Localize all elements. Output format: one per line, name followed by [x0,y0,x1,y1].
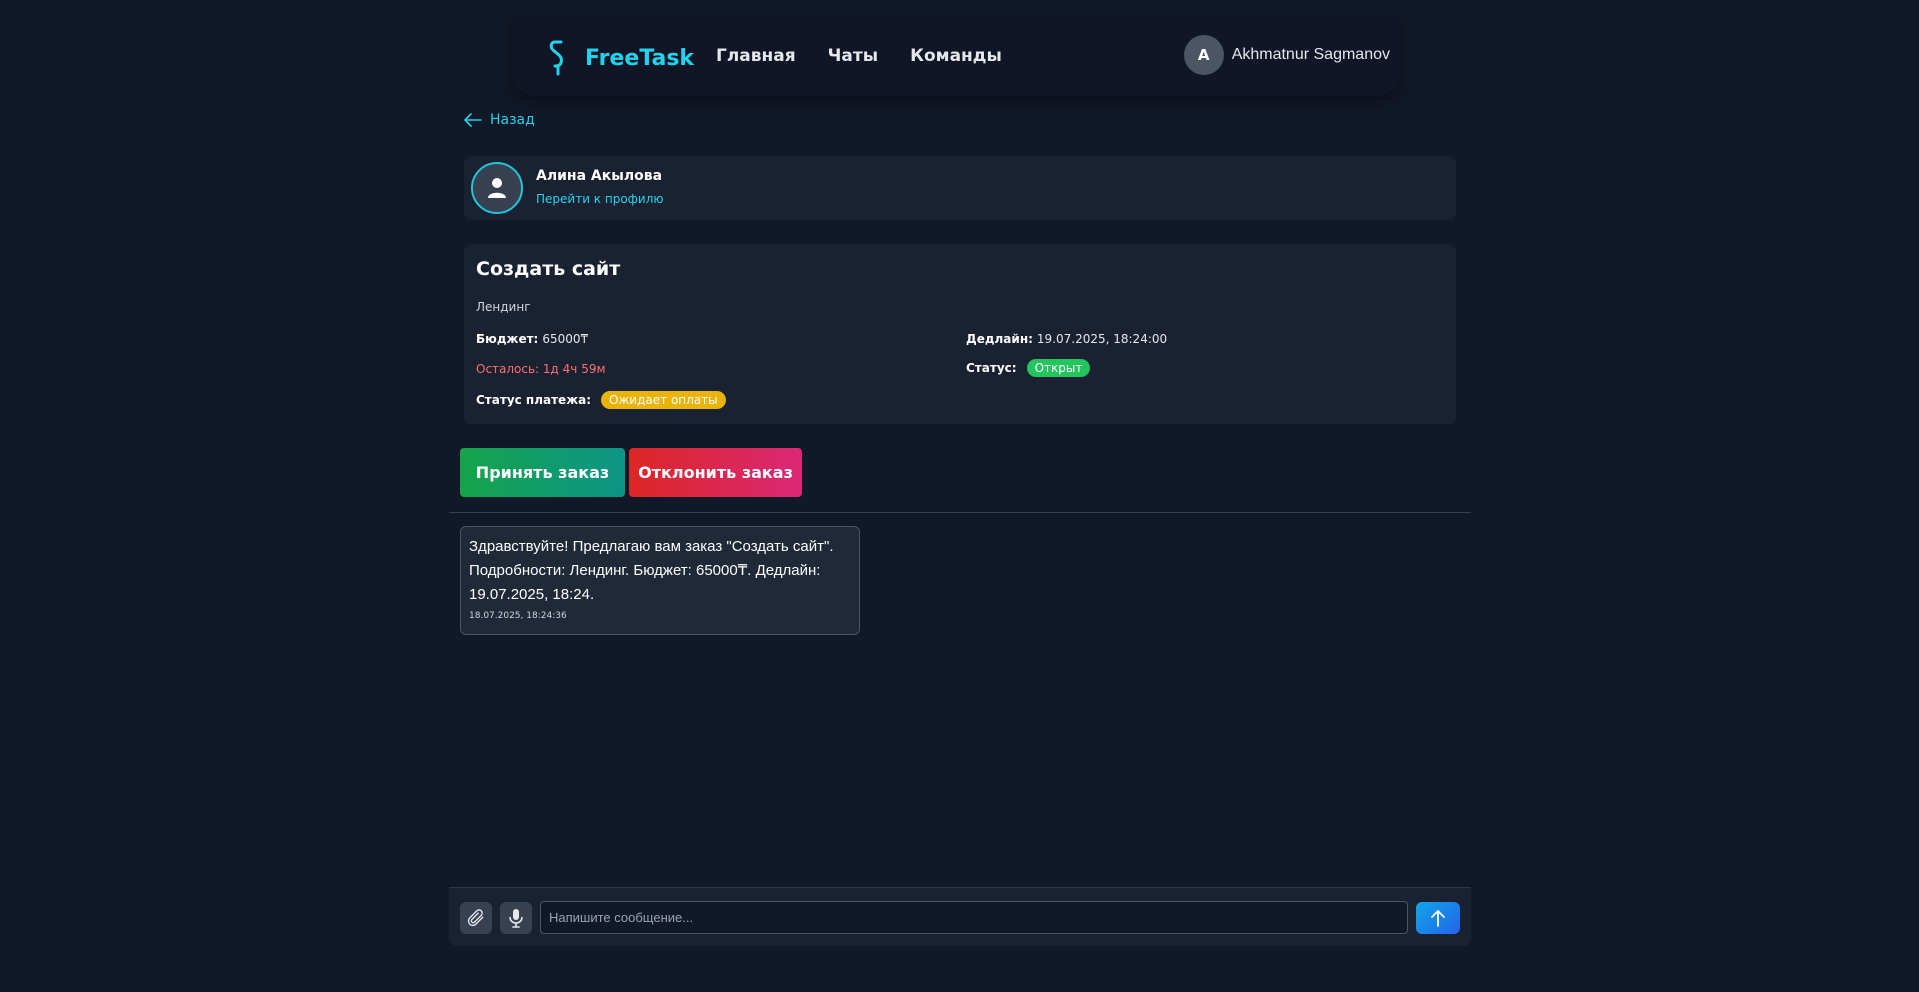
arrow-up-icon [1431,910,1445,927]
accept-order-button[interactable]: Принять заказ [460,448,625,497]
user-menu[interactable]: A Akhmatnur Sagmanov [1183,35,1390,75]
top-navbar: FreeTask Главная Чаты Команды A Akhmatnu… [512,16,1400,96]
profile-link[interactable]: Перейти к профилю [536,192,664,206]
order-description: Лендинг [476,300,531,314]
profile-avatar [471,162,523,214]
nav-links: Главная Чаты Команды [716,46,1034,66]
message-timestamp: 18.07.2025, 18:24:36 [469,611,567,621]
order-deadline: Дедлайн: 19.07.2025, 18:24:00 [966,332,1167,346]
deadline-label: Дедлайн: [966,332,1033,346]
order-status: Статус: Открыт [966,359,1091,377]
back-link[interactable]: Назад [464,112,535,128]
profile-name: Алина Акылова [536,168,663,184]
brand-name: FreeTask [585,45,695,71]
nav-link-teams[interactable]: Команды [910,46,1002,66]
message-input[interactable] [540,901,1408,934]
back-label: Назад [490,112,535,128]
dollar-icon [547,40,569,76]
order-title: Создать сайт [476,258,621,280]
user-avatar: A [1183,35,1224,75]
order-budget: Бюджет: 65000₸ [476,332,588,346]
deadline-value: 19.07.2025, 18:24:00 [1036,332,1168,346]
status-label: Статус: [966,361,1017,375]
chat-message: Здравствуйте! Предлагаю вам заказ "Созда… [460,526,860,635]
arrow-left-icon [464,113,482,127]
order-card: Создать сайт Лендинг Бюджет: 65000₸ Дедл… [464,244,1456,424]
payment-label: Статус платежа: [476,393,592,407]
paperclip-icon [467,909,484,927]
brand[interactable]: FreeTask [547,40,694,76]
microphone-button[interactable] [500,902,532,934]
order-remaining: Осталось: 1д 4ч 59м [476,362,606,376]
send-button[interactable] [1416,902,1460,934]
nav-link-home[interactable]: Главная [716,46,796,66]
status-badge: Открыт [1026,359,1091,377]
profile-card: Алина Акылова Перейти к профилю [464,156,1456,220]
order-payment-status: Статус платежа: Ожидает оплаты [476,391,726,409]
payment-badge: Ожидает оплаты [601,391,726,409]
attach-button[interactable] [460,902,492,934]
user-name: Akhmatnur Sagmanov [1231,46,1390,63]
budget-value: 65000₸ [542,332,589,346]
user-icon [488,178,506,198]
budget-label: Бюджет: [476,332,539,346]
message-text: Здравствуйте! Предлагаю вам заказ "Созда… [469,538,834,603]
message-composer [449,887,1471,946]
decline-order-button[interactable]: Отклонить заказ [629,448,802,497]
nav-link-chats[interactable]: Чаты [828,46,878,66]
divider [449,512,1471,513]
microphone-icon [509,909,523,928]
